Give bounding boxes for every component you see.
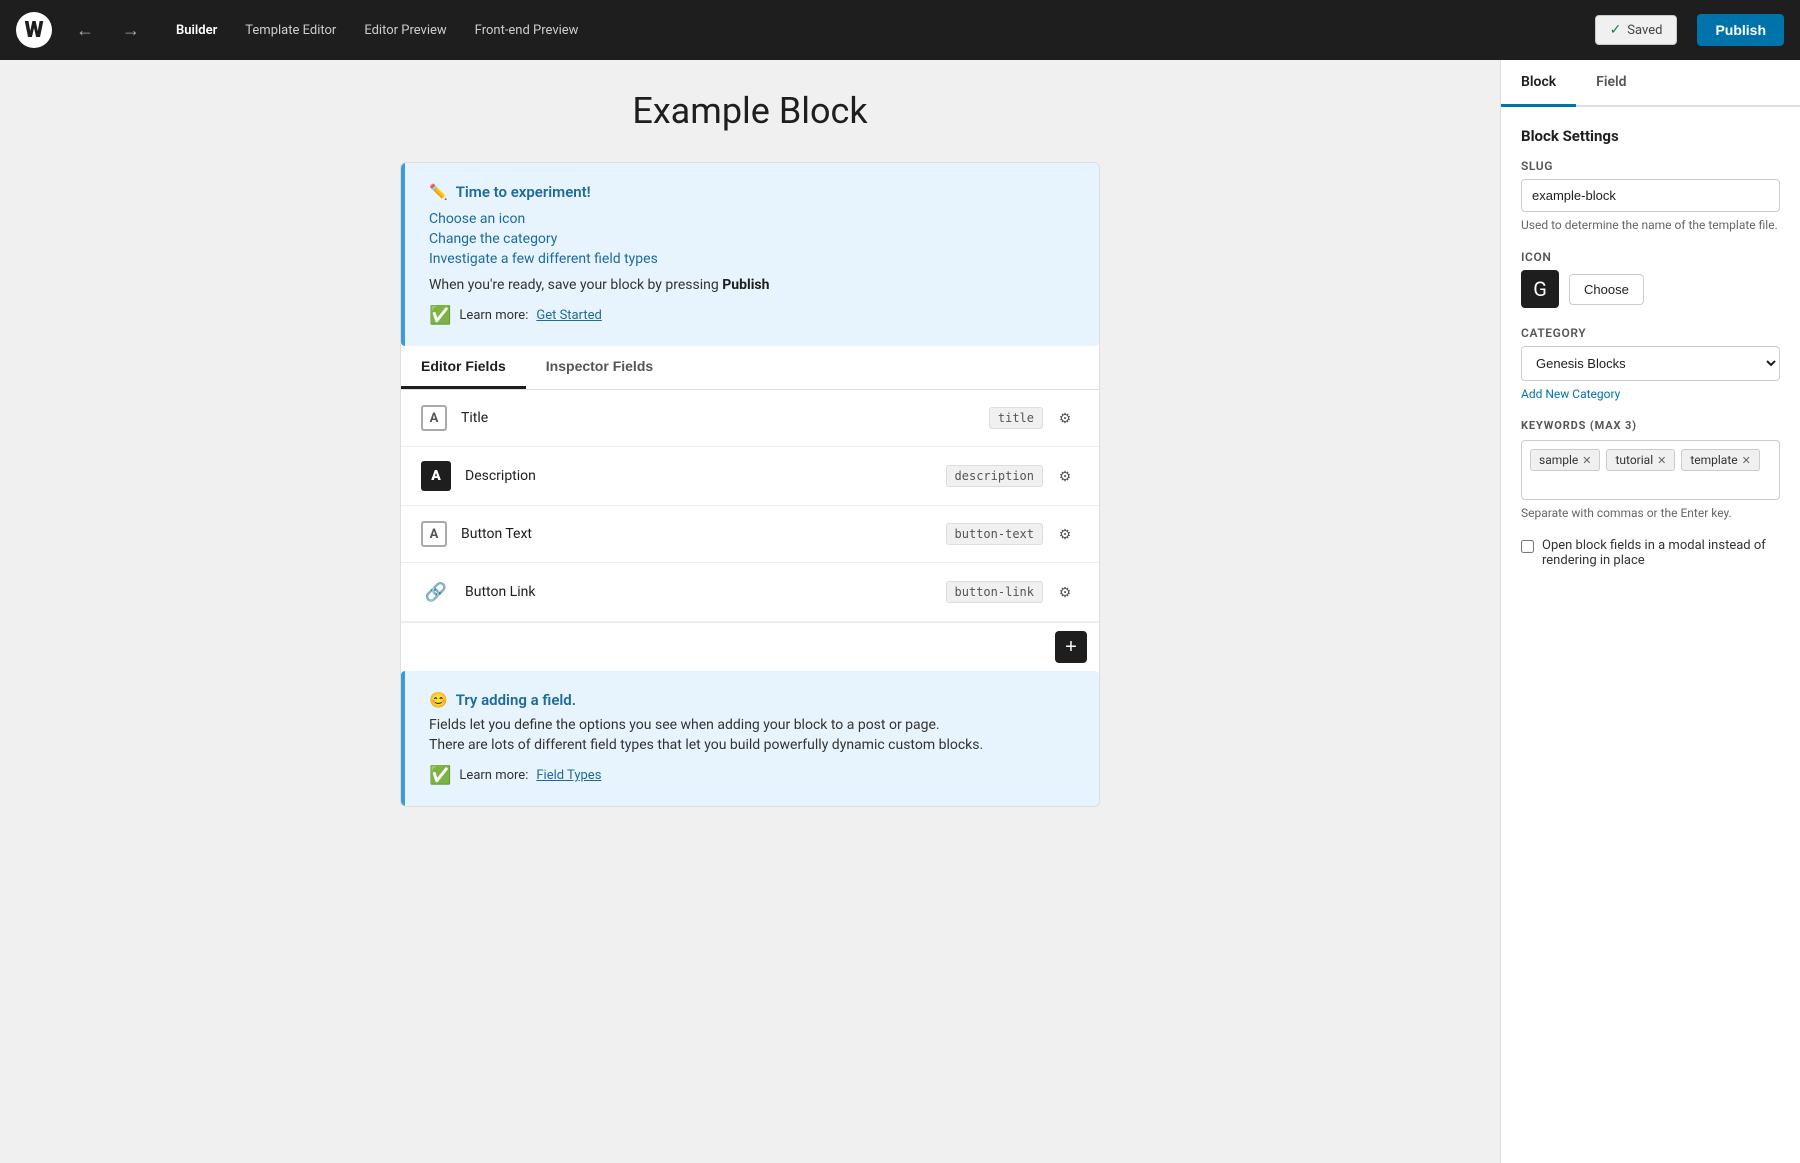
try-box-title: 😊 Try adding a field. bbox=[429, 691, 1075, 709]
tab-editor-preview[interactable]: Editor Preview bbox=[352, 17, 458, 44]
icon-label: Icon bbox=[1521, 250, 1780, 264]
keyword-tag-template: template ✕ bbox=[1681, 449, 1760, 471]
nav-tabs: Builder Template Editor Editor Preview F… bbox=[164, 17, 590, 44]
title-field-icon: A bbox=[421, 405, 447, 431]
tab-inspector-fields[interactable]: Inspector Fields bbox=[526, 346, 673, 389]
add-field-row: + bbox=[401, 622, 1099, 671]
icon-picker: G Choose bbox=[1521, 270, 1780, 308]
info-publish-text: When you're ready, save your block by pr… bbox=[429, 277, 1075, 293]
description-field-settings[interactable]: ⚙ bbox=[1051, 462, 1079, 490]
saved-label: Saved bbox=[1627, 23, 1662, 38]
button-text-field-settings[interactable]: ⚙ bbox=[1051, 520, 1079, 548]
keyword-tag-sample: sample ✕ bbox=[1530, 449, 1600, 471]
info-box-list: Choose an icon Change the category Inves… bbox=[429, 211, 1075, 267]
field-row-button-text[interactable]: A Button Text button-text ⚙ bbox=[401, 506, 1099, 563]
try-box-line-1: Fields let you define the options you se… bbox=[429, 717, 1075, 733]
sidebar-body: Block Settings Slug Used to determine th… bbox=[1501, 107, 1800, 588]
pencil-icon: ✏️ bbox=[429, 183, 448, 201]
forward-arrow[interactable]: → bbox=[118, 16, 144, 45]
modal-checkbox-group: Open block fields in a modal instead of … bbox=[1521, 538, 1780, 568]
check-circle-icon: ✅ bbox=[429, 305, 451, 326]
slug-label: Slug bbox=[1521, 159, 1780, 173]
description-field-icon: A bbox=[421, 461, 451, 491]
main-card: ✏️ Time to experiment! Choose an icon Ch… bbox=[400, 162, 1100, 807]
keywords-hint: Separate with commas or the Enter key. bbox=[1521, 506, 1780, 520]
info-learn: ✅ Learn more: Get Started bbox=[429, 305, 1075, 326]
info-box-title: ✏️ Time to experiment! bbox=[429, 183, 1075, 201]
check-circle-icon-2: ✅ bbox=[429, 765, 451, 786]
block-settings-title: Block Settings bbox=[1521, 127, 1780, 145]
fields-tabs-bar: Editor Fields Inspector Fields bbox=[401, 346, 1099, 390]
category-group: Category Genesis Blocks Common Formattin… bbox=[1521, 326, 1780, 401]
sidebar-tab-block[interactable]: Block bbox=[1501, 60, 1576, 107]
remove-keyword-sample[interactable]: ✕ bbox=[1582, 454, 1591, 467]
remove-keyword-tutorial[interactable]: ✕ bbox=[1657, 454, 1666, 467]
icon-preview-char: G bbox=[1533, 277, 1547, 301]
slug-hint: Used to determine the name of the templa… bbox=[1521, 218, 1780, 232]
keywords-title: KEYWORDS (MAX 3) bbox=[1521, 419, 1780, 432]
saved-button: ✓ Saved bbox=[1595, 15, 1678, 45]
try-box-emoji: 😊 bbox=[429, 691, 448, 709]
button-link-field-icon: 🔗 bbox=[421, 577, 451, 607]
right-sidebar: Block Field Block Settings Slug Used to … bbox=[1500, 60, 1800, 1163]
top-navigation: W ← → Builder Template Editor Editor Pre… bbox=[0, 0, 1800, 60]
choose-icon-button[interactable]: Choose bbox=[1569, 274, 1644, 305]
list-item: Change the category bbox=[429, 231, 1075, 247]
modal-checkbox[interactable] bbox=[1521, 540, 1534, 553]
slug-input[interactable] bbox=[1521, 179, 1780, 212]
icon-group: Icon G Choose bbox=[1521, 250, 1780, 308]
icon-preview: G bbox=[1521, 270, 1559, 308]
center-content: Example Block ✏️ Time to experiment! Cho… bbox=[0, 60, 1500, 1163]
slug-group: Slug Used to determine the name of the t… bbox=[1521, 159, 1780, 232]
field-row-button-link[interactable]: 🔗 Button Link button-link ⚙ bbox=[401, 563, 1099, 622]
tab-builder[interactable]: Builder bbox=[164, 17, 229, 44]
button-link-field-settings[interactable]: ⚙ bbox=[1051, 578, 1079, 606]
page-title: Example Block bbox=[40, 90, 1460, 132]
button-text-field-label: Button Text bbox=[461, 526, 946, 542]
keywords-group: KEYWORDS (MAX 3) sample ✕ tutorial ✕ tem… bbox=[1521, 419, 1780, 520]
button-text-field-icon: A bbox=[421, 521, 447, 547]
list-item: Investigate a few different field types bbox=[429, 251, 1075, 267]
keyword-tag-tutorial: tutorial ✕ bbox=[1606, 449, 1675, 471]
try-box: 😊 Try adding a field. Fields let you def… bbox=[401, 671, 1099, 806]
info-box-title-text: Time to experiment! bbox=[456, 183, 591, 201]
check-icon: ✓ bbox=[1610, 22, 1622, 38]
try-box-title-text: Try adding a field. bbox=[456, 691, 576, 709]
field-row-title[interactable]: A Title title ⚙ bbox=[401, 390, 1099, 447]
button-link-field-label: Button Link bbox=[465, 584, 946, 600]
publish-button[interactable]: Publish bbox=[1697, 14, 1784, 46]
description-field-badge: description bbox=[946, 465, 1043, 487]
modal-checkbox-label: Open block fields in a modal instead of … bbox=[1542, 538, 1780, 568]
button-link-field-badge: button-link bbox=[946, 581, 1043, 603]
remove-keyword-template[interactable]: ✕ bbox=[1742, 454, 1751, 467]
try-box-learn: ✅ Learn more: Field Types bbox=[429, 765, 1075, 786]
field-types-link[interactable]: Field Types bbox=[536, 768, 601, 783]
title-field-badge: title bbox=[989, 407, 1043, 429]
title-field-settings[interactable]: ⚙ bbox=[1051, 404, 1079, 432]
sidebar-tabs: Block Field bbox=[1501, 60, 1800, 107]
title-field-label: Title bbox=[461, 410, 989, 426]
category-select[interactable]: Genesis Blocks Common Formatting Layout … bbox=[1521, 346, 1780, 381]
info-box: ✏️ Time to experiment! Choose an icon Ch… bbox=[401, 163, 1099, 346]
tab-editor-fields[interactable]: Editor Fields bbox=[401, 346, 526, 389]
back-arrow[interactable]: ← bbox=[72, 16, 98, 45]
add-category-link[interactable]: Add New Category bbox=[1521, 387, 1780, 401]
list-item: Choose an icon bbox=[429, 211, 1075, 227]
keywords-box[interactable]: sample ✕ tutorial ✕ template ✕ bbox=[1521, 440, 1780, 500]
field-row-description[interactable]: A Description description ⚙ bbox=[401, 447, 1099, 506]
get-started-link[interactable]: Get Started bbox=[536, 308, 601, 323]
button-text-field-badge: button-text bbox=[946, 523, 1043, 545]
tab-template-editor[interactable]: Template Editor bbox=[233, 17, 348, 44]
try-box-line-2: There are lots of different field types … bbox=[429, 737, 1075, 753]
category-label: Category bbox=[1521, 326, 1780, 340]
main-layout: Example Block ✏️ Time to experiment! Cho… bbox=[0, 60, 1800, 1163]
description-field-label: Description bbox=[465, 468, 946, 484]
sidebar-tab-field[interactable]: Field bbox=[1576, 60, 1646, 107]
wp-logo: W bbox=[16, 12, 52, 48]
add-field-button[interactable]: + bbox=[1055, 631, 1087, 663]
tab-frontend-preview[interactable]: Front-end Preview bbox=[463, 17, 591, 44]
